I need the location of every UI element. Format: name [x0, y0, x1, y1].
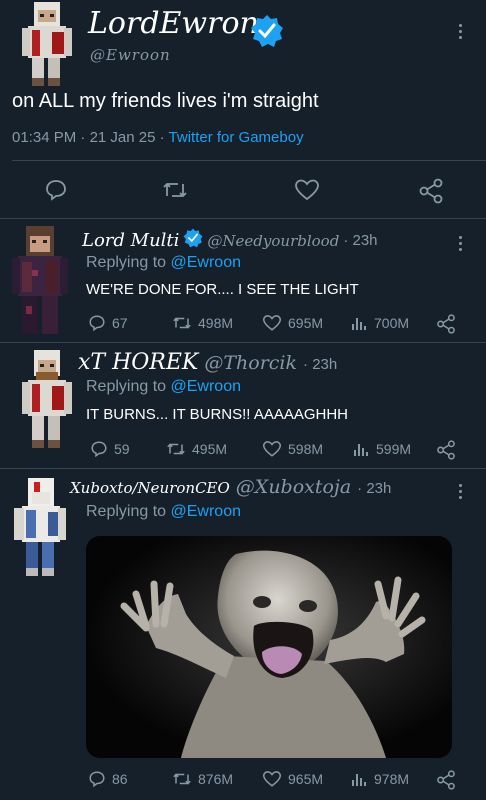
- share-icon[interactable]: [436, 440, 456, 460]
- reply-header: xT HOREK @Thorcik · 23h: [78, 350, 337, 375]
- reply-text: WE'RE DONE FOR.... I SEE THE LIGHT: [86, 281, 359, 298]
- divider: [12, 160, 486, 161]
- replying-to-handle[interactable]: @Ewroon: [171, 254, 242, 271]
- like-count: 598M: [288, 441, 324, 457]
- like-count: 965M: [288, 771, 324, 787]
- retweet-count: 495M: [192, 441, 228, 457]
- retweet-icon: [173, 317, 191, 329]
- reply-retweet-action[interactable]: 498M: [172, 314, 233, 332]
- reply-display-name[interactable]: Xuboxto/NeuronCEO: [70, 479, 230, 497]
- comment-icon: [89, 771, 105, 788]
- more-icon[interactable]: [457, 236, 463, 251]
- replying-to: Replying to @Ewroon: [86, 378, 241, 396]
- like-icon: [262, 315, 282, 331]
- like-icon: [262, 441, 282, 457]
- reply-text: IT BURNS... IT BURNS!! AAAAAGHHH: [86, 406, 349, 423]
- retweet-icon[interactable]: [162, 178, 188, 207]
- main-display-name[interactable]: LordEwron: [88, 6, 259, 42]
- reply-avatar[interactable]: [12, 226, 68, 336]
- reply-header: Xuboxto/NeuronCEO @Xuboxtoja · 23h: [70, 476, 391, 498]
- reply-handle[interactable]: @Needyourblood: [207, 232, 339, 250]
- reply-views-action[interactable]: 978M: [350, 770, 409, 788]
- like-count: 695M: [288, 315, 324, 331]
- main-tweet-text: on ALL my friends lives i'm straight: [12, 90, 319, 112]
- comment-icon: [89, 315, 105, 332]
- reply-count: 67: [112, 315, 128, 331]
- replying-to-label: Replying to: [86, 503, 167, 520]
- reply-count: 59: [114, 441, 130, 457]
- retweet-count: 498M: [198, 315, 234, 331]
- main-tweet-meta: 01:34 PM · 21 Jan 25 · Twitter for Gameb…: [12, 129, 304, 146]
- reply-avatar[interactable]: [14, 478, 66, 578]
- reply-age: · 23h: [303, 356, 338, 373]
- replying-to: Replying to @Ewroon: [86, 254, 241, 272]
- reply-avatar[interactable]: [22, 350, 72, 450]
- retweet-count: 876M: [198, 771, 234, 787]
- reply-count: 86: [112, 771, 128, 787]
- reply-retweet-action[interactable]: 876M: [172, 770, 233, 788]
- reply-media-image[interactable]: [86, 536, 452, 758]
- comment-icon[interactable]: [44, 178, 68, 207]
- tweet-time: 01:34 PM: [12, 129, 77, 146]
- replying-to: Replying to @Ewroon: [86, 503, 241, 521]
- reply-display-name[interactable]: xT HOREK: [78, 350, 198, 375]
- reply-comment-action[interactable]: 59: [90, 440, 130, 458]
- main-tweet-avatar[interactable]: [22, 2, 72, 88]
- reply-age: · 23h: [357, 480, 392, 497]
- share-icon[interactable]: [418, 178, 444, 209]
- main-handle[interactable]: @Ewroon: [90, 46, 171, 64]
- comment-icon: [91, 441, 107, 458]
- reply-like-action[interactable]: 695M: [262, 314, 323, 332]
- tweet-date: 21 Jan 25: [89, 129, 156, 146]
- views-count: 599M: [376, 441, 412, 457]
- reply-display-name[interactable]: Lord Multi: [82, 230, 179, 251]
- reply-handle[interactable]: @Thorcik: [204, 352, 297, 374]
- reply-views-action[interactable]: 599M: [352, 440, 411, 458]
- replying-to-handle[interactable]: @Ewroon: [171, 503, 242, 520]
- retweet-icon: [173, 773, 191, 785]
- share-icon[interactable]: [436, 314, 456, 334]
- verified-badge-icon: [183, 228, 203, 253]
- more-icon[interactable]: [457, 24, 463, 39]
- share-icon[interactable]: [436, 770, 456, 790]
- divider: [0, 342, 486, 343]
- reply-handle[interactable]: @Xuboxtoja: [236, 476, 351, 498]
- replying-to-handle[interactable]: @Ewroon: [171, 378, 242, 395]
- views-icon: [354, 444, 368, 456]
- reply-like-action[interactable]: 965M: [262, 770, 323, 788]
- divider: [0, 218, 486, 219]
- verified-badge-icon: [250, 14, 284, 53]
- retweet-icon: [167, 443, 185, 455]
- reply-retweet-action[interactable]: 495M: [166, 440, 227, 458]
- tweet-source[interactable]: Twitter for Gameboy: [169, 129, 304, 146]
- views-icon: [352, 774, 366, 786]
- meta-separator: ·: [159, 129, 165, 146]
- like-icon: [262, 771, 282, 787]
- views-icon: [352, 318, 366, 330]
- replying-to-label: Replying to: [86, 254, 167, 271]
- reply-header: Lord Multi @Needyourblood · 23h: [82, 228, 378, 253]
- more-icon[interactable]: [457, 484, 463, 499]
- reply-comment-action[interactable]: 86: [88, 770, 128, 788]
- replying-to-label: Replying to: [86, 378, 167, 395]
- reply-views-action[interactable]: 700M: [350, 314, 409, 332]
- meta-separator: ·: [80, 129, 86, 146]
- views-count: 978M: [374, 771, 410, 787]
- reply-comment-action[interactable]: 67: [88, 314, 128, 332]
- divider: [0, 468, 486, 469]
- views-count: 700M: [374, 315, 410, 331]
- reply-like-action[interactable]: 598M: [262, 440, 323, 458]
- reply-age: · 23h: [343, 232, 378, 249]
- like-icon[interactable]: [294, 178, 320, 207]
